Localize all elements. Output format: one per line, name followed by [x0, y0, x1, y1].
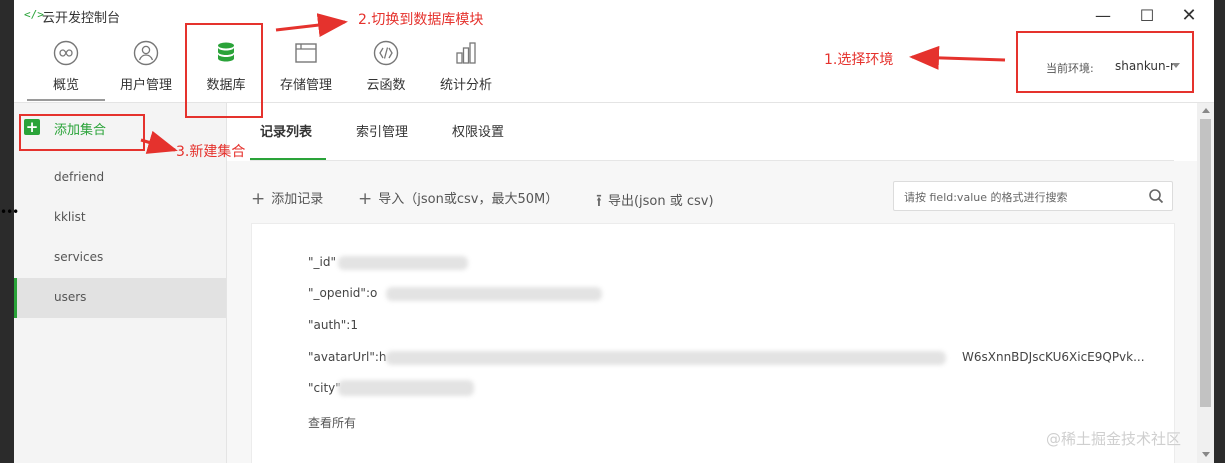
collection-item-defriend[interactable]: defriend	[14, 158, 226, 198]
record-field-avatar-tail: W6sXnnBDJscKU6XicE9QPvk...	[962, 350, 1145, 364]
toolbar-item-label: 概览	[52, 78, 79, 93]
collection-name: services	[54, 250, 104, 264]
watermark: @稀土掘金技术社区	[1046, 430, 1182, 448]
toolbar-item-label: 存储管理	[279, 78, 332, 93]
collection-item-users[interactable]: users	[14, 278, 226, 318]
scroll-up-arrow-icon[interactable]	[1202, 108, 1210, 113]
redacted-value	[338, 380, 474, 396]
collection-item-kklist[interactable]: kklist	[14, 198, 226, 238]
search-input[interactable]	[902, 186, 1146, 208]
export-button[interactable]: ⭱ 导出(json 或 csv)	[596, 188, 714, 217]
toolbar-item-label: 云函数	[366, 78, 406, 93]
record-field-avatar-url: "avatarUrl":h	[308, 350, 387, 364]
window-title: 云开发控制台	[42, 11, 121, 26]
toolbar-item-label: 统计分析	[439, 78, 492, 93]
annotation-step-2: 2.切换到数据库模块	[358, 12, 484, 28]
add-record-label: 添加记录	[271, 192, 324, 207]
export-label: 导出(json 或 csv)	[607, 194, 714, 209]
search-icon[interactable]	[1148, 188, 1164, 204]
toolbar-item-label: 用户管理	[119, 78, 172, 93]
toolbar-item-statistics[interactable]: 统计分析	[430, 40, 502, 100]
annotation-step-1: 1.选择环境	[824, 52, 894, 68]
view-all-link[interactable]: 查看所有	[308, 414, 356, 431]
minimize-button[interactable]: —	[1088, 4, 1118, 28]
redacted-value	[386, 287, 602, 301]
function-icon	[373, 40, 399, 66]
plus-icon: +	[251, 189, 266, 209]
code-bracket-icon: </>	[24, 8, 44, 21]
toolbar-selection-underline	[27, 99, 105, 101]
tab-records[interactable]: 记录列表	[260, 121, 312, 140]
collection-item-services[interactable]: services	[14, 238, 226, 278]
collection-name: kklist	[54, 210, 86, 224]
tab-permissions[interactable]: 权限设置	[452, 121, 504, 140]
collection-content: 记录列表 索引管理 权限设置 + 添加记录 + 导入（json或csv，最大50M）…	[227, 103, 1197, 463]
record-field-city: "city"	[308, 381, 341, 395]
toolbar-item-overview[interactable]: 概览	[30, 40, 102, 100]
collection-name: defriend	[54, 170, 105, 184]
tab-bar: 记录列表 索引管理 权限设置	[227, 103, 1197, 161]
add-record-button[interactable]: + 添加记录	[251, 188, 323, 209]
redacted-value	[386, 351, 946, 365]
tab-indexes[interactable]: 索引管理	[356, 121, 408, 140]
record-field-id: "_id"	[308, 255, 336, 269]
record-field-openid: "_openid":o	[308, 286, 378, 300]
maximize-button[interactable]: ☐	[1132, 4, 1162, 28]
plus-icon: +	[358, 189, 373, 209]
annotation-step-3: 3.新建集合	[176, 144, 246, 160]
toolbar-item-cloud-function[interactable]: 云函数	[350, 40, 422, 100]
infinity-icon	[53, 40, 79, 66]
folder-icon	[295, 43, 317, 63]
annotation-box-database	[185, 23, 263, 118]
scroll-down-arrow-icon[interactable]	[1202, 452, 1210, 457]
toolbar-item-storage[interactable]: 存储管理	[270, 40, 342, 100]
collection-name: users	[54, 290, 87, 304]
upload-arrow-icon: ⭱	[596, 191, 602, 211]
search-box	[893, 181, 1173, 211]
annotation-box-environment	[1016, 31, 1194, 93]
toolbar-item-users[interactable]: 用户管理	[110, 40, 182, 100]
records-actions: + 添加记录 + 导入（json或csv，最大50M） ⭱ 导出(json 或 csv…	[227, 161, 1197, 223]
import-button[interactable]: + 导入（json或csv，最大50M）	[358, 188, 558, 209]
user-icon	[133, 40, 159, 66]
close-button[interactable]: ✕	[1174, 4, 1204, 28]
annotation-box-add-collection	[19, 114, 145, 151]
bar-chart-icon	[456, 42, 476, 64]
import-label: 导入（json或csv，最大50M）	[378, 192, 559, 207]
record-field-auth: "auth":1	[308, 318, 358, 332]
background-window-dots: •••	[0, 205, 19, 219]
scrollbar-thumb[interactable]	[1200, 119, 1211, 407]
record-card: "_id" "_openid":o "auth":1 "avatarUrl":h…	[251, 223, 1175, 463]
redacted-value	[338, 256, 468, 270]
